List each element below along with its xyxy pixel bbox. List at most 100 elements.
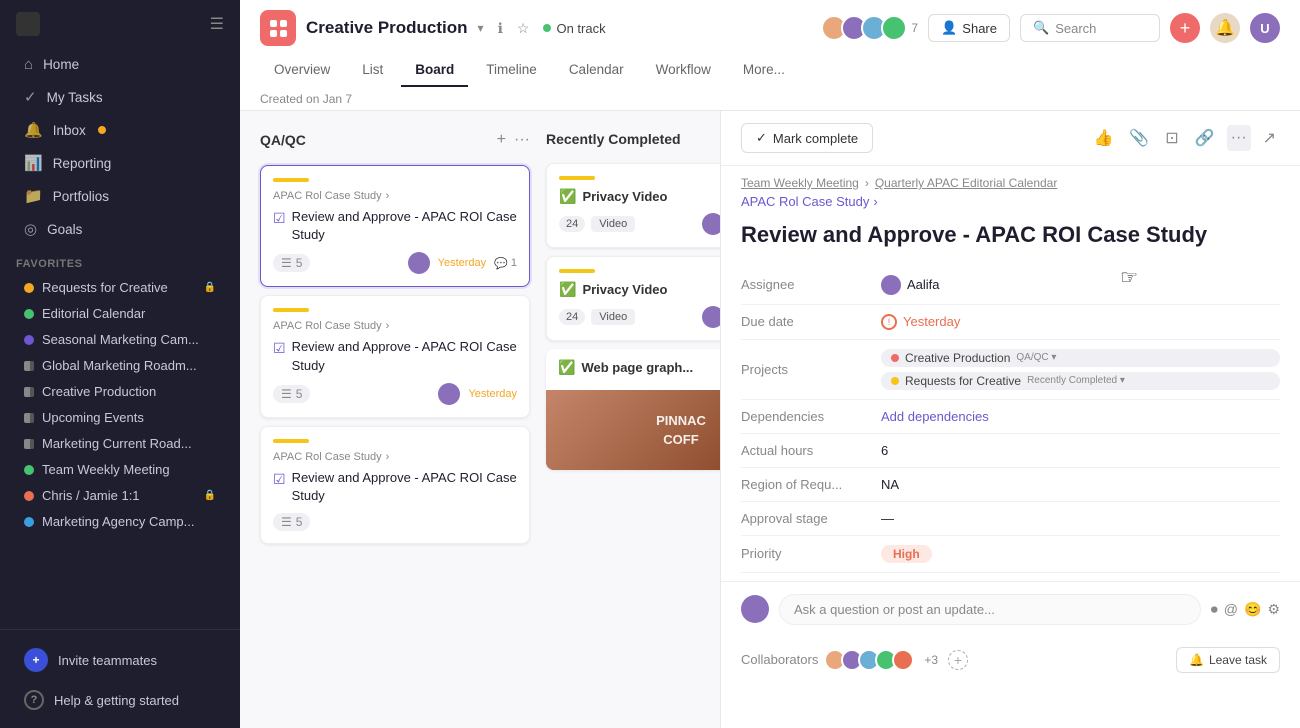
add-button[interactable]: + xyxy=(1170,13,1200,43)
bar-icon xyxy=(24,413,34,423)
add-task-icon[interactable]: + xyxy=(497,131,506,149)
tab-timeline[interactable]: Timeline xyxy=(472,54,551,87)
dropdown-arrow-icon[interactable]: ▾ xyxy=(478,21,484,35)
fav-dot xyxy=(24,517,34,527)
avatar xyxy=(881,15,907,41)
check-circle-icon: ☑ xyxy=(273,339,286,359)
tag-bar xyxy=(273,439,309,443)
tab-calendar[interactable]: Calendar xyxy=(555,54,638,87)
add-dependencies-button[interactable]: Add dependencies xyxy=(881,409,989,424)
mention-icon[interactable]: @ xyxy=(1224,601,1238,618)
sidebar-item-reporting[interactable]: 📊 Reporting xyxy=(8,147,232,179)
card-avatar xyxy=(438,383,460,405)
share-button[interactable]: 👤 Share xyxy=(928,14,1010,42)
actual-hours-value: 6 xyxy=(881,443,1280,458)
breadcrumb-quarterly[interactable]: Quarterly APAC Editorial Calendar xyxy=(875,176,1058,190)
field-region: Region of Requ... NA xyxy=(741,468,1280,502)
like-icon[interactable]: 👍 xyxy=(1089,124,1117,152)
emoji-icon[interactable]: 😊 xyxy=(1244,601,1261,618)
sidebar-item-upcoming[interactable]: Upcoming Events xyxy=(8,405,232,430)
search-box[interactable]: 🔍 Search xyxy=(1020,14,1160,42)
leave-task-button[interactable]: 🔔 Leave task xyxy=(1176,647,1280,673)
star-icon[interactable]: ☆ xyxy=(513,16,534,41)
invite-avatar: + xyxy=(24,648,48,672)
bar-icon xyxy=(24,387,34,397)
sidebar-item-my-tasks[interactable]: ✓ My Tasks xyxy=(8,81,232,113)
invite-teammates-button[interactable]: + Invite teammates xyxy=(8,640,232,680)
add-collaborator-button[interactable]: + xyxy=(948,650,968,670)
sidebar-item-global-road[interactable]: Global Marketing Roadm... xyxy=(8,353,232,378)
column-title: QA/QC xyxy=(260,132,306,148)
list-icon: ☰ xyxy=(281,387,292,401)
home-icon: ⌂ xyxy=(24,56,33,73)
attachment-icon[interactable]: 📎 xyxy=(1125,124,1153,152)
tab-workflow[interactable]: Workflow xyxy=(642,54,725,87)
task-card[interactable]: APAC Rol Case Study › ☑ Review and Appro… xyxy=(260,426,530,544)
more-icon[interactable]: ··· xyxy=(514,131,530,149)
avatar-group: 7 xyxy=(821,15,918,41)
more-comment-icon[interactable]: ⚙ xyxy=(1267,601,1280,618)
more-icon[interactable]: ··· xyxy=(1227,125,1251,151)
sidebar-item-requests[interactable]: Requests for Creative 🔒 xyxy=(8,275,232,300)
sidebar-toggle-icon[interactable]: ☰ xyxy=(210,14,224,34)
card-footer: ☰ 5 Yesterday xyxy=(273,383,517,405)
link-icon[interactable]: 🔗 xyxy=(1191,124,1219,152)
tab-overview[interactable]: Overview xyxy=(260,54,344,87)
comment-input[interactable]: Ask a question or post an update... xyxy=(779,594,1201,625)
chevron-right-icon: › xyxy=(386,190,390,202)
sidebar-item-chris-jamie[interactable]: Chris / Jamie 1:1 🔒 xyxy=(8,483,232,508)
notification-avatar[interactable]: 🔔 xyxy=(1210,13,1240,43)
project-pill-1[interactable]: Creative Production QA/QC ▾ xyxy=(881,349,1280,367)
projects-value: Creative Production QA/QC ▾ Requests for… xyxy=(881,349,1280,390)
due-date-value[interactable]: ! Yesterday xyxy=(881,314,1280,330)
logo-dots xyxy=(270,20,287,37)
inbox-badge xyxy=(98,126,106,134)
card-meta: Yesterday xyxy=(438,383,517,405)
card-avatar xyxy=(408,252,430,274)
sidebar-item-team-weekly[interactable]: Team Weekly Meeting xyxy=(8,457,232,482)
breadcrumb-team-weekly[interactable]: Team Weekly Meeting xyxy=(741,176,859,190)
status-badge: On track xyxy=(543,21,605,36)
record-icon[interactable]: ⏺ xyxy=(1211,601,1218,618)
favorites-list: Requests for Creative 🔒 Editorial Calend… xyxy=(0,274,240,535)
sidebar-item-home[interactable]: ⌂ Home xyxy=(8,49,232,80)
sidebar-item-editorial[interactable]: Editorial Calendar xyxy=(8,301,232,326)
sidebar-item-creative-prod[interactable]: Creative Production xyxy=(8,379,232,404)
sidebar-logo xyxy=(16,12,40,36)
sidebar-item-goals[interactable]: ◎ Goals xyxy=(8,213,232,245)
tab-board[interactable]: Board xyxy=(401,54,468,87)
task-card[interactable]: APAC Rol Case Study › ☑ Review and Appro… xyxy=(260,165,530,287)
mark-complete-button[interactable]: ✓ Mark complete xyxy=(741,123,873,153)
header-right: 7 👤 Share 🔍 Search + 🔔 U xyxy=(821,13,1280,43)
subtask-icon[interactable]: ⊡ xyxy=(1161,124,1182,152)
sidebar-item-marketing-agency[interactable]: Marketing Agency Camp... xyxy=(8,509,232,534)
sidebar-item-marketing-road[interactable]: Marketing Current Road... xyxy=(8,431,232,456)
card-comment-count: 💬 1 xyxy=(494,257,517,270)
fav-dot xyxy=(24,309,34,319)
logo-dot xyxy=(280,30,287,37)
board-area: QA/QC + ··· APAC Rol Case Study › ☑ Revi… xyxy=(240,111,1300,728)
column-header: QA/QC + ··· xyxy=(260,127,530,157)
sidebar-item-seasonal[interactable]: Seasonal Marketing Cam... xyxy=(8,327,232,352)
task-card[interactable]: APAC Rol Case Study › ☑ Review and Appro… xyxy=(260,295,530,417)
info-icon[interactable]: ℹ xyxy=(494,16,507,41)
tab-more[interactable]: More... xyxy=(729,54,799,87)
card-footer: ☰ 5 xyxy=(273,513,517,531)
task-detail-panel: ✓ Mark complete 👍 📎 ⊡ 🔗 ··· ↗ ☞ Team Wee… xyxy=(720,111,1300,728)
subtask-count: ☰ 5 xyxy=(273,254,310,272)
favorites-label: Favorites xyxy=(0,246,240,274)
project-dot xyxy=(891,377,899,385)
bar-icon xyxy=(24,439,34,449)
sidebar-item-portfolios[interactable]: 📁 Portfolios xyxy=(8,180,232,212)
project-pill-2[interactable]: Requests for Creative Recently Completed… xyxy=(881,372,1280,390)
tab-list[interactable]: List xyxy=(348,54,397,87)
help-button[interactable]: ? Help & getting started xyxy=(8,682,232,718)
user-avatar[interactable]: U xyxy=(1250,13,1280,43)
sidebar-item-inbox[interactable]: 🔔 Inbox xyxy=(8,114,232,146)
expand-icon[interactable]: ↗ xyxy=(1259,124,1280,152)
field-actual-hours: Actual hours 6 xyxy=(741,434,1280,468)
bar-icon xyxy=(24,361,34,371)
lock-icon: 🔒 xyxy=(204,490,216,501)
task-path-link[interactable]: APAC Rol Case Study › xyxy=(721,194,1300,217)
card-date: Yesterday xyxy=(438,257,487,269)
